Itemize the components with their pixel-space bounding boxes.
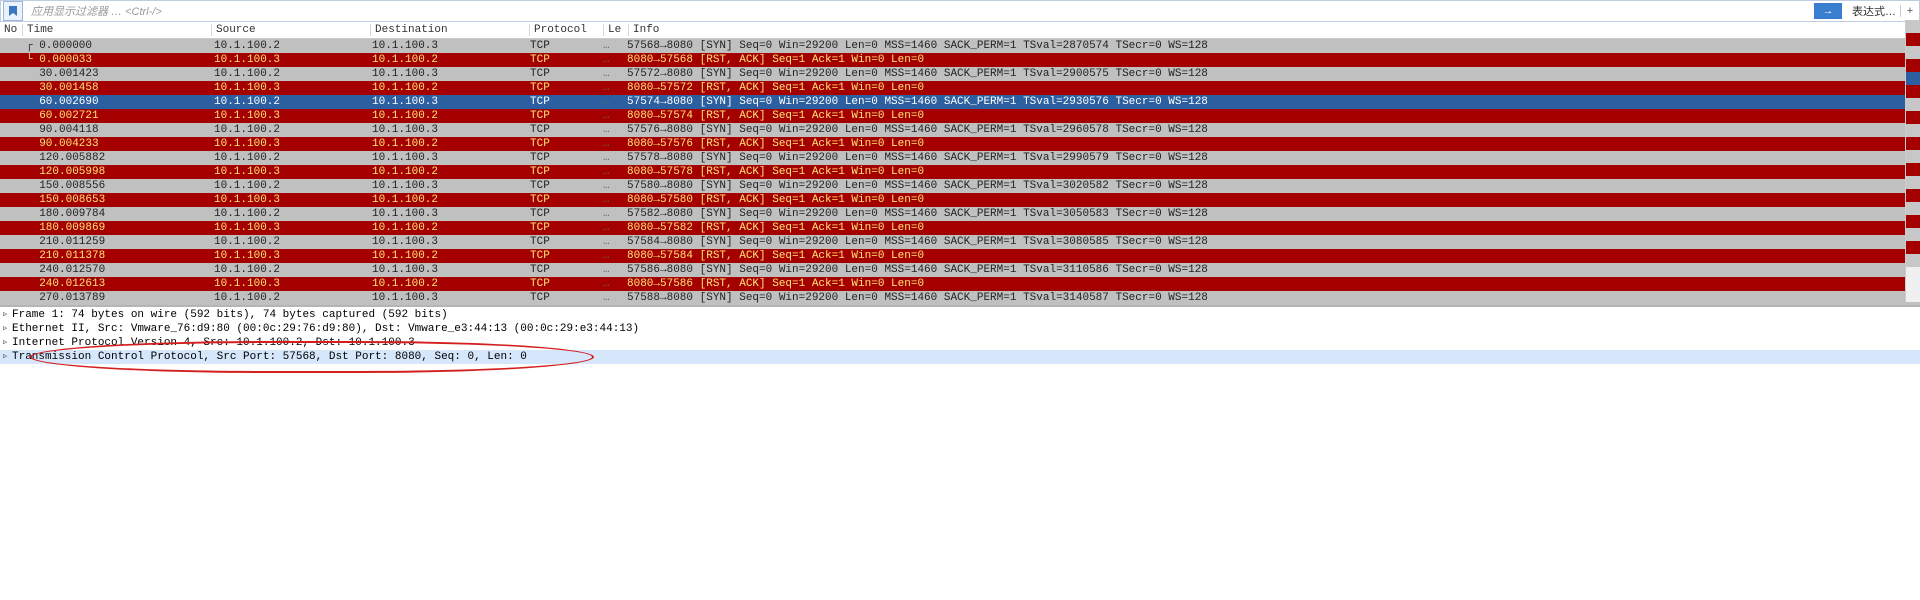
table-row[interactable]: 180.00978410.1.100.210.1.100.3TCP…57582→… <box>0 207 1920 221</box>
col-destination[interactable]: Destination <box>371 24 530 36</box>
detail-tcp-text: Transmission Control Protocol, Src Port:… <box>12 350 527 364</box>
apply-filter-button[interactable]: → <box>1814 3 1842 19</box>
add-filter-button[interactable]: + <box>1900 5 1919 17</box>
table-row[interactable]: 210.01137810.1.100.310.1.100.2TCP…8080→5… <box>0 249 1920 263</box>
expression-button[interactable]: 表达式… <box>1848 3 1900 19</box>
table-row[interactable]: 90.00411810.1.100.210.1.100.3TCP…57576→8… <box>0 123 1920 137</box>
col-time[interactable]: Time <box>23 24 212 36</box>
col-source[interactable]: Source <box>212 24 371 36</box>
packet-scrollbar[interactable] <box>1905 20 1920 302</box>
col-no[interactable]: No <box>0 24 23 36</box>
table-row[interactable]: 30.00142310.1.100.210.1.100.3TCP…57572→8… <box>0 67 1920 81</box>
col-info[interactable]: Info <box>629 24 1920 36</box>
display-filter-input[interactable]: 应用显示过滤器 … <Ctrl-/> <box>25 3 168 19</box>
detail-frame-text: Frame 1: 74 bytes on wire (592 bits), 74… <box>12 308 448 322</box>
table-row[interactable]: 120.00599810.1.100.310.1.100.2TCP…8080→5… <box>0 165 1920 179</box>
expand-icon[interactable]: ▹ <box>2 336 12 350</box>
table-row[interactable]: ┌ 0.00000010.1.100.210.1.100.3TCP…57568→… <box>0 39 1920 53</box>
table-row[interactable]: └ 0.00003310.1.100.310.1.100.2TCP…8080→5… <box>0 53 1920 67</box>
detail-ethernet[interactable]: ▹ Ethernet II, Src: Vmware_76:d9:80 (00:… <box>0 322 1920 336</box>
table-row[interactable]: 150.00865310.1.100.310.1.100.2TCP…8080→5… <box>0 193 1920 207</box>
table-row[interactable]: 210.01125910.1.100.210.1.100.3TCP…57584→… <box>0 235 1920 249</box>
table-row[interactable]: 270.01378910.1.100.210.1.100.3TCP…57588→… <box>0 291 1920 305</box>
expand-icon[interactable]: ▹ <box>2 308 12 322</box>
detail-eth-text: Ethernet II, Src: Vmware_76:d9:80 (00:0c… <box>12 322 639 336</box>
detail-ip[interactable]: ▹ Internet Protocol Version 4, Src: 10.1… <box>0 336 1920 350</box>
table-row[interactable]: 60.00272110.1.100.310.1.100.2TCP…8080→57… <box>0 109 1920 123</box>
expand-icon[interactable]: ▹ <box>2 350 12 364</box>
table-row[interactable]: 240.01261310.1.100.310.1.100.2TCP…8080→5… <box>0 277 1920 291</box>
packet-list[interactable]: ┌ 0.00000010.1.100.210.1.100.3TCP…57568→… <box>0 39 1920 305</box>
col-protocol[interactable]: Protocol <box>530 24 604 36</box>
display-filter-toolbar: 应用显示过滤器 … <Ctrl-/> → 表达式… + <box>0 0 1920 22</box>
col-length[interactable]: Le <box>604 24 629 36</box>
table-row[interactable]: 240.01257010.1.100.210.1.100.3TCP…57586→… <box>0 263 1920 277</box>
table-row[interactable]: 120.00588210.1.100.210.1.100.3TCP…57578→… <box>0 151 1920 165</box>
table-row[interactable]: 180.00986910.1.100.310.1.100.2TCP…8080→5… <box>0 221 1920 235</box>
table-row[interactable]: 30.00145810.1.100.310.1.100.2TCP…8080→57… <box>0 81 1920 95</box>
detail-tcp[interactable]: ▹ Transmission Control Protocol, Src Por… <box>0 350 1920 364</box>
table-row[interactable]: 60.00269010.1.100.210.1.100.3TCP…57574→8… <box>0 95 1920 109</box>
table-row[interactable]: 150.00855610.1.100.210.1.100.3TCP…57580→… <box>0 179 1920 193</box>
bookmark-filter-icon[interactable] <box>3 1 23 21</box>
detail-ip-text: Internet Protocol Version 4, Src: 10.1.1… <box>12 336 415 350</box>
arrow-right-icon: → <box>1823 5 1834 17</box>
expand-icon[interactable]: ▹ <box>2 322 12 336</box>
packet-list-header: No Time Source Destination Protocol Le I… <box>0 22 1920 39</box>
packet-details-pane: ▹ Frame 1: 74 bytes on wire (592 bits), … <box>0 305 1920 364</box>
table-row[interactable]: 90.00423310.1.100.310.1.100.2TCP…8080→57… <box>0 137 1920 151</box>
detail-frame[interactable]: ▹ Frame 1: 74 bytes on wire (592 bits), … <box>0 308 1920 322</box>
